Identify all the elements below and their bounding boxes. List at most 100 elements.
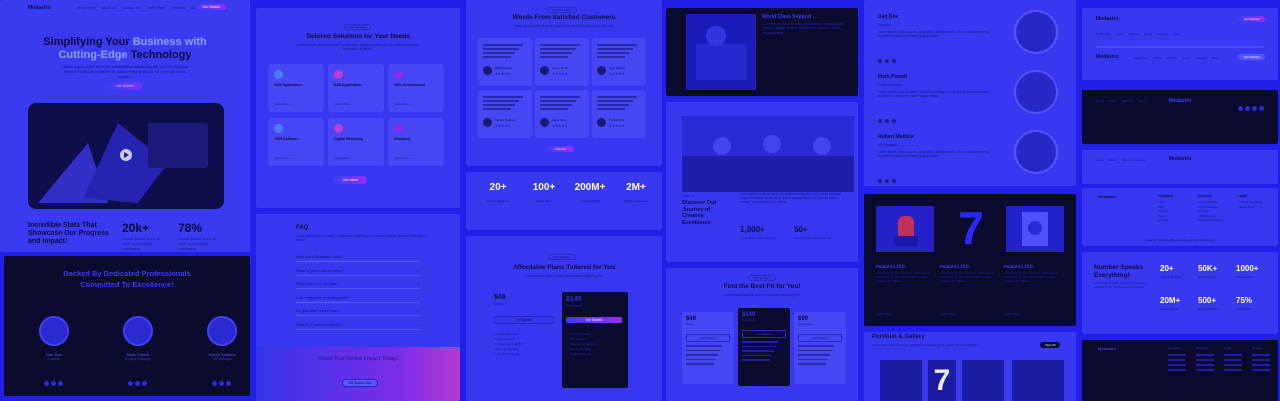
gallery-image[interactable] bbox=[1012, 360, 1064, 401]
social-icon[interactable] bbox=[127, 381, 133, 386]
featured-link[interactable]: Learn More bbox=[1004, 312, 1019, 316]
banner-cta-button[interactable]: Get Started Now bbox=[342, 379, 378, 387]
nav-cta-button[interactable]: Get Started bbox=[196, 4, 226, 10]
social-icon[interactable] bbox=[225, 381, 231, 386]
social-icon[interactable] bbox=[43, 381, 49, 386]
service-card[interactable]: Web Application Learn More → bbox=[268, 64, 324, 112]
instagram-icon[interactable] bbox=[892, 179, 896, 183]
nav-link[interactable]: Read more bbox=[78, 6, 96, 10]
social-icon[interactable] bbox=[141, 381, 147, 386]
footer-logo[interactable]: Modastro bbox=[1098, 346, 1116, 351]
faq-item[interactable]: Can I upgrade or downgrade? ⌄ bbox=[296, 293, 420, 303]
service-card[interactable]: Web Development Learn More → bbox=[388, 64, 444, 112]
nav-link[interactable]: Blog bbox=[1174, 32, 1180, 36]
twitter-icon[interactable] bbox=[878, 179, 882, 183]
footer-link[interactable]: Careers bbox=[1158, 209, 1168, 213]
footer-link[interactable]: CRM Software bbox=[1198, 214, 1216, 218]
facebook-icon[interactable] bbox=[885, 59, 889, 63]
footer-link[interactable]: Business Consulting bbox=[1198, 218, 1223, 222]
facebook-icon[interactable] bbox=[885, 179, 889, 183]
nav-link[interactable]: Contact Us bbox=[123, 6, 141, 10]
site-logo[interactable]: Modastro bbox=[28, 5, 51, 11]
plan-cta-button[interactable]: Get Started bbox=[686, 334, 730, 342]
nav-link[interactable]: Services bbox=[172, 6, 186, 10]
service-link[interactable]: Learn More → bbox=[334, 156, 353, 160]
social-icon[interactable] bbox=[218, 381, 224, 386]
social-icon[interactable] bbox=[134, 381, 140, 386]
footer-link[interactable]: About bbox=[1109, 99, 1117, 103]
nav-link[interactable]: Services bbox=[1157, 32, 1169, 36]
nav-link[interactable]: About bbox=[1116, 32, 1124, 36]
facebook-icon[interactable] bbox=[1238, 106, 1243, 111]
footer-link[interactable]: Terms & Services bbox=[1122, 158, 1145, 162]
nav-link[interactable]: Contact bbox=[1167, 56, 1177, 60]
services-cta-button[interactable]: See More bbox=[334, 176, 368, 184]
nav-link[interactable]: Blog bbox=[1212, 56, 1218, 60]
twitter-icon[interactable] bbox=[1245, 106, 1250, 111]
footer-link[interactable]: About bbox=[1109, 158, 1117, 162]
service-card[interactable]: Branding Learn More → bbox=[388, 118, 444, 166]
plan-cta-button[interactable]: Get Started bbox=[494, 316, 554, 324]
footer-link[interactable]: Home bbox=[1096, 99, 1104, 103]
featured-link[interactable]: Learn More bbox=[876, 312, 891, 316]
instagram-icon[interactable] bbox=[1252, 106, 1257, 111]
footer-link[interactable]: Branding bbox=[1198, 209, 1209, 213]
service-card[interactable]: CRM Software Learn More → bbox=[268, 118, 324, 166]
service-link[interactable]: Learn More → bbox=[394, 102, 413, 106]
header-cta-button[interactable]: Get Started bbox=[1238, 54, 1266, 60]
instagram-icon[interactable] bbox=[892, 119, 896, 123]
twitter-icon[interactable] bbox=[878, 119, 882, 123]
nav-link[interactable]: Terms bbox=[1144, 32, 1152, 36]
header-logo[interactable]: Modastro bbox=[1096, 54, 1119, 60]
footer-link[interactable]: Privacy Policy bbox=[1238, 205, 1255, 209]
portfolio-cta-button[interactable]: View All bbox=[1040, 342, 1061, 348]
footer-link[interactable]: About bbox=[1158, 200, 1165, 204]
faq-item[interactable]: What is your refund policy? ⌄ bbox=[296, 266, 420, 276]
service-link[interactable]: Learn More → bbox=[334, 102, 353, 106]
nav-link[interactable]: Read more bbox=[1096, 32, 1111, 36]
plan-cta-button[interactable]: Get Started bbox=[566, 317, 622, 323]
footer-brand[interactable]: Modastro bbox=[1098, 194, 1116, 199]
service-card[interactable]: Digital Marketing Learn More → bbox=[328, 118, 384, 166]
featured-link[interactable]: Learn More bbox=[940, 312, 955, 316]
footer-link[interactable]: Contact bbox=[1158, 218, 1168, 222]
social-icon[interactable] bbox=[57, 381, 63, 386]
gallery-image[interactable] bbox=[962, 360, 1004, 401]
social-icon[interactable] bbox=[50, 381, 56, 386]
hero-cta-button[interactable]: Get Started bbox=[108, 82, 142, 90]
plan-cta-button[interactable]: Get Started bbox=[798, 334, 842, 342]
nav-link[interactable]: Contact bbox=[1129, 32, 1139, 36]
faq-item[interactable]: How secure is my data? ⌄ bbox=[296, 279, 420, 289]
header-cta-button[interactable]: Get Started bbox=[1238, 16, 1266, 22]
nav-link[interactable]: Terms Page bbox=[146, 6, 165, 10]
reviews-cta-button[interactable]: View All bbox=[546, 146, 575, 152]
service-link[interactable]: Learn More → bbox=[274, 102, 293, 106]
faq-item[interactable]: How does Modastro work? ⌄ bbox=[296, 252, 420, 262]
footer-link[interactable]: Terms & Conditions bbox=[1238, 200, 1262, 204]
linkedin-icon[interactable] bbox=[1259, 106, 1264, 111]
faq-item[interactable]: Do you offer a free trial? ⌄ bbox=[296, 306, 420, 316]
nav-link[interactable]: About Us bbox=[102, 6, 117, 10]
nav-link[interactable]: About bbox=[1154, 56, 1162, 60]
footer-link[interactable]: Home bbox=[1096, 158, 1104, 162]
header-logo[interactable]: Modastro bbox=[1096, 16, 1119, 22]
service-link[interactable]: Learn More → bbox=[274, 156, 293, 160]
instagram-icon[interactable] bbox=[892, 59, 896, 63]
footer-link[interactable]: Services bbox=[1122, 99, 1134, 103]
footer-link[interactable]: Blog bbox=[1158, 205, 1164, 209]
plan-cta-button[interactable]: Get Started bbox=[742, 330, 786, 338]
service-card[interactable]: B2B Application Learn More → bbox=[328, 64, 384, 112]
gallery-image[interactable] bbox=[880, 360, 922, 401]
footer-link[interactable]: Web Application bbox=[1198, 200, 1218, 204]
twitter-icon[interactable] bbox=[878, 59, 882, 63]
social-icon[interactable] bbox=[211, 381, 217, 386]
faq-item[interactable]: How do I contact support? ⌄ bbox=[296, 320, 420, 330]
footer-link[interactable]: Digital Marketing bbox=[1198, 205, 1219, 209]
nav-link[interactable]: Read more bbox=[1134, 56, 1149, 60]
facebook-icon[interactable] bbox=[885, 119, 889, 123]
gallery-number[interactable]: 7 bbox=[928, 360, 956, 401]
footer-link[interactable]: Press bbox=[1158, 214, 1165, 218]
nav-link[interactable]: Services bbox=[1195, 56, 1207, 60]
footer-link[interactable]: Blog bbox=[1138, 99, 1144, 103]
nav-link[interactable]: Terms bbox=[1182, 56, 1190, 60]
